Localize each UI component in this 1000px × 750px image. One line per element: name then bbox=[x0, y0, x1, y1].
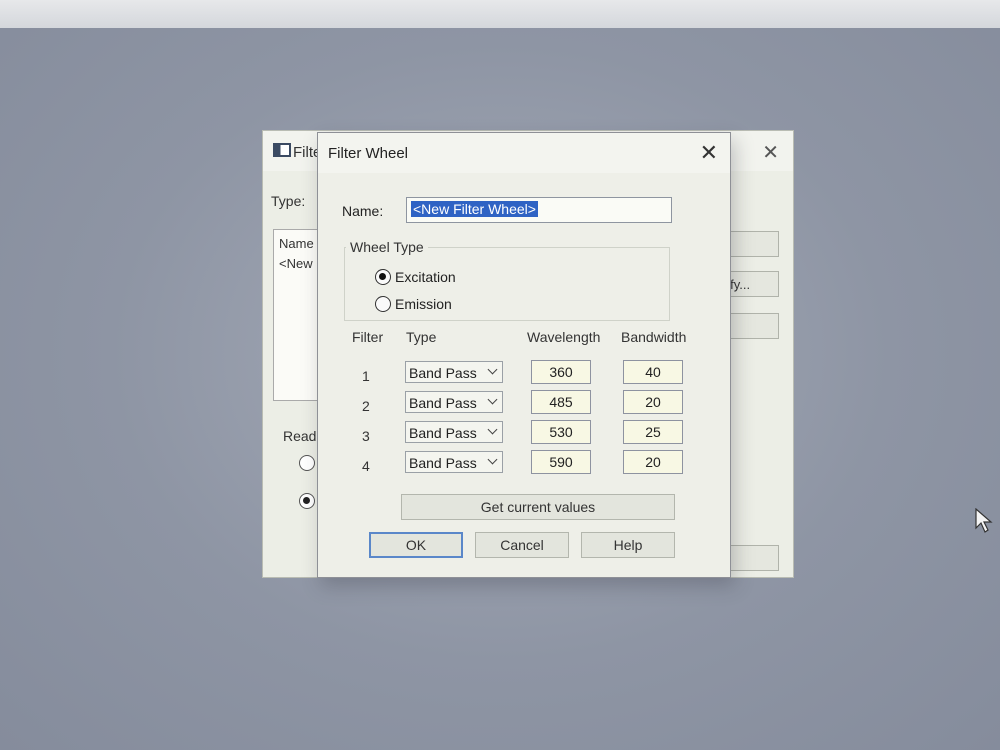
mouse-pointer-icon bbox=[975, 508, 993, 533]
name-input[interactable]: <New Filter Wheel> bbox=[406, 197, 672, 223]
filter-type-select-2[interactable]: Band Pass bbox=[405, 391, 503, 413]
monitor-bezel bbox=[0, 0, 1000, 30]
filter-type-value-2: Band Pass bbox=[409, 395, 477, 411]
list-item[interactable]: <New bbox=[279, 256, 313, 271]
excitation-radio[interactable] bbox=[375, 269, 391, 285]
name-value-selected: <New Filter Wheel> bbox=[411, 201, 538, 217]
filter-column-header: Filter bbox=[352, 329, 384, 345]
wheel-type-label: Wheel Type bbox=[346, 239, 428, 255]
wavelength-input-2[interactable]: 485 bbox=[531, 390, 591, 414]
filter-number-3: 3 bbox=[362, 428, 370, 444]
excitation-label[interactable]: Excitation bbox=[395, 269, 456, 285]
filter-number-4: 4 bbox=[362, 458, 370, 474]
background-radio-a[interactable] bbox=[299, 455, 315, 471]
wavelength-input-3[interactable]: 530 bbox=[531, 420, 591, 444]
close-icon[interactable]: ✕ bbox=[762, 140, 779, 165]
background-type-label: Type: bbox=[271, 193, 306, 209]
bandwidth-input-1[interactable]: 40 bbox=[623, 360, 683, 384]
wavelength-column-header: Wavelength bbox=[527, 329, 601, 345]
ok-button[interactable]: OK bbox=[369, 532, 463, 558]
type-column-header: Type bbox=[406, 329, 437, 345]
bandwidth-input-3[interactable]: 25 bbox=[623, 420, 683, 444]
dialog-title: Filter Wheel bbox=[328, 145, 409, 162]
filter-type-value-4: Band Pass bbox=[409, 455, 477, 471]
filter-type-value-1: Band Pass bbox=[409, 365, 477, 381]
cancel-button[interactable]: Cancel bbox=[475, 532, 569, 558]
filter-number-1: 1 bbox=[362, 368, 370, 384]
chevron-down-icon bbox=[487, 364, 498, 375]
wavelength-input-4[interactable]: 590 bbox=[531, 450, 591, 474]
bandwidth-column-header: Bandwidth bbox=[621, 329, 687, 345]
bandwidth-input-4[interactable]: 20 bbox=[623, 450, 683, 474]
filter-type-select-4[interactable]: Band Pass bbox=[405, 451, 503, 473]
wheel-type-group bbox=[344, 247, 670, 321]
chevron-down-icon bbox=[487, 454, 498, 465]
filter-type-value-3: Band Pass bbox=[409, 425, 477, 441]
dialog-titlebar: Filter Wheel ✕ bbox=[318, 133, 730, 173]
emission-label[interactable]: Emission bbox=[395, 296, 452, 312]
wavelength-input-1[interactable]: 360 bbox=[531, 360, 591, 384]
filter-type-select-3[interactable]: Band Pass bbox=[405, 421, 503, 443]
emission-radio[interactable] bbox=[375, 296, 391, 312]
window-app-icon bbox=[273, 143, 291, 157]
close-icon[interactable]: ✕ bbox=[700, 139, 718, 167]
chevron-down-icon bbox=[487, 394, 498, 405]
name-label: Name: bbox=[342, 203, 384, 219]
background-radio-b[interactable] bbox=[299, 493, 315, 509]
filter-wheel-dialog: Filter Wheel ✕ Name: <New Filter Wheel> … bbox=[317, 132, 731, 578]
filter-type-select-1[interactable]: Band Pass bbox=[405, 361, 503, 383]
list-header: Name bbox=[279, 236, 314, 251]
filter-number-2: 2 bbox=[362, 398, 370, 414]
bandwidth-input-2[interactable]: 20 bbox=[623, 390, 683, 414]
chevron-down-icon bbox=[487, 424, 498, 435]
get-current-values-button[interactable]: Get current values bbox=[401, 494, 675, 520]
help-button[interactable]: Help bbox=[581, 532, 675, 558]
